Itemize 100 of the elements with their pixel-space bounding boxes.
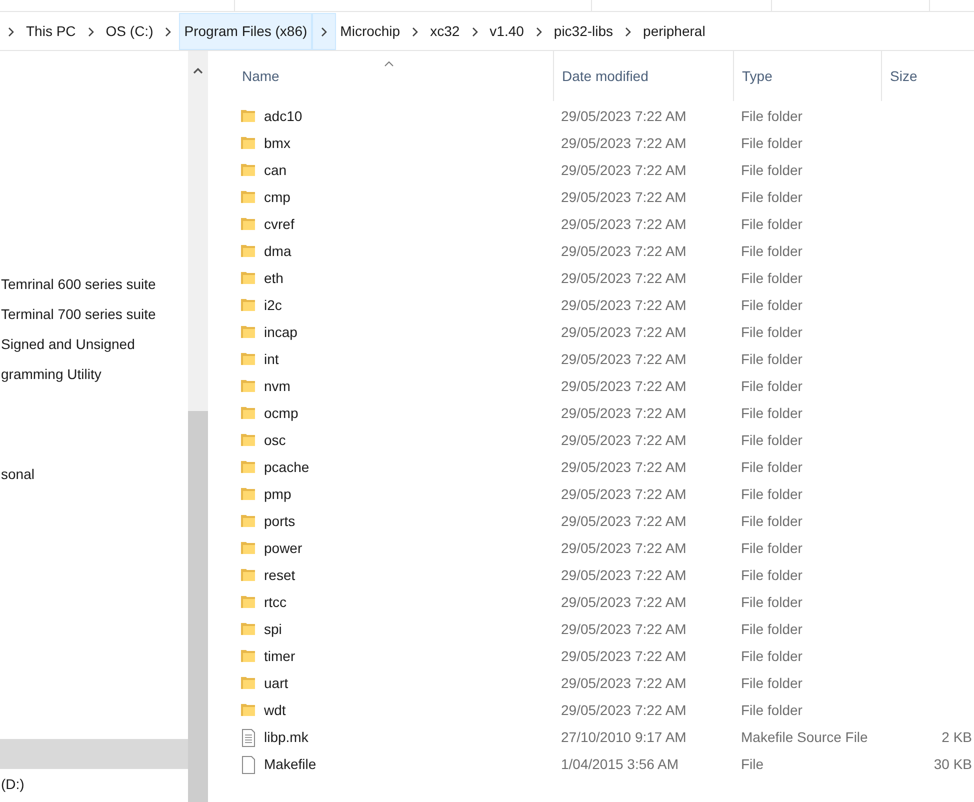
file-type: File folder (741, 513, 802, 529)
file-type: Makefile Source File (741, 729, 868, 745)
text-document-icon (240, 728, 256, 746)
file-name[interactable]: eth (264, 268, 284, 289)
file-name[interactable]: wdt (264, 700, 286, 721)
breadcrumb-item[interactable]: This PC (22, 13, 80, 50)
date-modified: 29/05/2023 7:22 AM (561, 162, 686, 178)
file-type: File folder (741, 243, 802, 259)
file-name[interactable]: osc (264, 430, 286, 451)
file-name[interactable]: rtcc (264, 592, 287, 613)
file-name[interactable]: ports (264, 511, 296, 532)
date-modified: 29/05/2023 7:22 AM (561, 297, 686, 313)
date-modified: 29/05/2023 7:22 AM (561, 324, 686, 340)
breadcrumb-item[interactable]: xc32 (426, 13, 464, 50)
file-type: File folder (741, 189, 802, 205)
breadcrumb-item[interactable]: Program Files (x86) (179, 13, 312, 50)
file-type: File folder (741, 378, 802, 394)
file-name[interactable]: uart (264, 673, 288, 694)
sort-ascending-icon (384, 61, 394, 67)
file-type: File folder (741, 594, 802, 610)
file-size: 30 KB (934, 756, 972, 772)
nav-item[interactable]: gramming Utility (0, 359, 188, 389)
file-size: 2 KB (942, 729, 972, 745)
file-name[interactable]: cvref (264, 214, 294, 235)
file-name[interactable]: incap (264, 322, 298, 343)
date-modified: 29/05/2023 7:22 AM (561, 486, 686, 502)
scrollbar[interactable] (188, 51, 208, 802)
nav-item[interactable]: (D:) (0, 769, 188, 799)
file-type: File folder (741, 405, 802, 421)
date-modified: 29/05/2023 7:22 AM (561, 621, 686, 637)
breadcrumb-item[interactable]: Microchip (336, 13, 404, 50)
nav-item[interactable]: Terminal 700 series suite (0, 299, 188, 329)
date-modified: 1/04/2015 3:56 AM (561, 756, 679, 772)
column-header[interactable]: Date modified (553, 51, 733, 101)
chevron-right-icon[interactable] (8, 26, 14, 36)
file-type: File folder (741, 540, 802, 556)
file-name[interactable]: int (264, 349, 279, 370)
breadcrumb-item[interactable]: OS (C:) (102, 13, 158, 50)
chevron-right-icon[interactable] (536, 26, 542, 36)
file-name[interactable]: nvm (264, 376, 290, 397)
breadcrumb-item[interactable]: pic32-libs (550, 13, 618, 50)
file-type: File folder (741, 648, 802, 664)
breadcrumb-item[interactable]: peripheral (639, 13, 710, 50)
date-modified: 29/05/2023 7:22 AM (561, 594, 686, 610)
file-name[interactable]: Makefile (264, 754, 316, 775)
file-type: File folder (741, 567, 802, 583)
file-name[interactable]: can (264, 160, 287, 181)
date-modified: 29/05/2023 7:22 AM (561, 459, 686, 475)
file-name[interactable]: power (264, 538, 302, 559)
file-type: File folder (741, 270, 802, 286)
nav-item[interactable]: Temrinal 600 series suite (0, 269, 188, 299)
chevron-right-icon[interactable] (472, 26, 478, 36)
date-modified: 29/05/2023 7:22 AM (561, 351, 686, 367)
date-modified: 27/10/2010 9:17 AM (561, 729, 686, 745)
file-name[interactable]: adc10 (264, 106, 302, 127)
file-type: File folder (741, 108, 802, 124)
date-modified: 29/05/2023 7:22 AM (561, 243, 686, 259)
column-header[interactable]: Type (733, 51, 881, 101)
file-name[interactable]: pmp (264, 484, 292, 505)
scroll-up-icon[interactable] (193, 68, 203, 74)
chevron-right-icon[interactable] (625, 26, 632, 36)
date-modified: 29/05/2023 7:22 AM (561, 189, 686, 205)
file-name[interactable]: i2c (264, 295, 282, 316)
nav-item[interactable]: sonal (0, 459, 188, 489)
file-name[interactable]: cmp (264, 187, 290, 208)
file-name[interactable]: spi (264, 619, 282, 640)
file-name[interactable]: libp.mk (264, 727, 308, 748)
scrollbar-thumb[interactable] (188, 411, 208, 802)
file-name[interactable]: reset (264, 565, 296, 586)
date-modified: 29/05/2023 7:22 AM (561, 405, 686, 421)
column-header[interactable]: Name (234, 51, 553, 101)
file-type: File folder (741, 702, 802, 718)
file-type: File folder (741, 459, 802, 475)
file-type: File folder (741, 324, 802, 340)
breadcrumb-item[interactable]: v1.40 (486, 13, 528, 50)
date-modified: 29/05/2023 7:22 AM (561, 648, 686, 664)
file-type: File folder (741, 162, 802, 178)
chevron-right-icon[interactable] (412, 26, 418, 36)
date-modified: 29/05/2023 7:22 AM (561, 270, 686, 286)
date-modified: 29/05/2023 7:22 AM (561, 108, 686, 124)
date-modified: 29/05/2023 7:22 AM (561, 135, 686, 151)
chevron-right-icon[interactable] (321, 26, 328, 36)
file-type: File folder (741, 621, 802, 637)
file-name[interactable]: dma (264, 241, 292, 262)
chevron-right-icon[interactable] (165, 26, 172, 36)
file-name[interactable]: bmx (264, 133, 290, 154)
date-modified: 29/05/2023 7:22 AM (561, 378, 686, 394)
file-type: File folder (741, 432, 802, 448)
file-name[interactable]: timer (264, 646, 296, 667)
column-header[interactable]: Size (881, 51, 974, 101)
file-type: File folder (741, 135, 802, 151)
file-name[interactable]: pcache (264, 457, 310, 478)
file-type: File folder (741, 216, 802, 232)
date-modified: 29/05/2023 7:22 AM (561, 675, 686, 691)
file-type: File folder (741, 297, 802, 313)
chevron-right-icon[interactable] (88, 26, 94, 36)
file-name[interactable]: ocmp (264, 403, 298, 424)
file-type: File folder (741, 351, 802, 367)
date-modified: 29/05/2023 7:22 AM (561, 432, 686, 448)
nav-item[interactable]: Signed and Unsigned (0, 329, 188, 359)
